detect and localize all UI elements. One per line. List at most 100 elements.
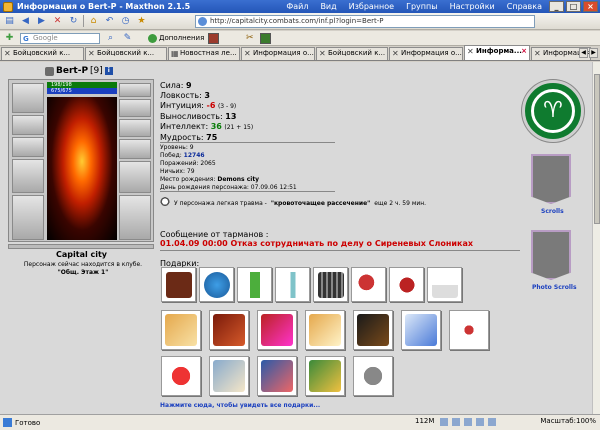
tab-scroll-left-icon[interactable]: ◀	[579, 48, 588, 58]
gift-card[interactable]	[305, 310, 345, 350]
address-bar[interactable]: http://capitalcity.combats.com/inf.pl?lo…	[195, 15, 535, 28]
home-icon[interactable]: ⌂	[87, 15, 100, 28]
gift-card[interactable]	[353, 310, 393, 350]
location-note: Персонаж сейчас находится в клубе.	[23, 261, 143, 268]
photo-scrolls-link[interactable]: Photo Scrolls	[532, 284, 577, 291]
menu-settings[interactable]: Настройки	[450, 2, 495, 11]
refresh-icon[interactable]: ↻	[67, 15, 80, 28]
boots-slot[interactable]	[119, 195, 151, 240]
history-icon[interactable]: ◷	[119, 15, 132, 28]
tab-scroll-right-icon[interactable]: ▶	[589, 48, 598, 58]
wins-label: Побед:	[160, 152, 182, 159]
status-icons	[440, 418, 496, 426]
security-icon[interactable]	[440, 418, 448, 426]
vertical-scrollbar[interactable]	[592, 62, 600, 414]
search-placeholder: Google	[33, 33, 58, 42]
tab-fight-club-3[interactable]: ✕ Бойцовский к...	[316, 47, 388, 60]
tab-fight-club-2[interactable]: ✕ Бойцовский к...	[85, 47, 167, 60]
mute-icon[interactable]	[488, 418, 496, 426]
download-icon[interactable]	[464, 418, 472, 426]
gift-ornaments[interactable]	[161, 356, 201, 396]
rune-slot[interactable]	[119, 83, 151, 97]
menu-view[interactable]: Вид	[320, 2, 336, 11]
menu-file[interactable]: Файл	[286, 2, 308, 11]
scrolls-link[interactable]: Scrolls	[541, 208, 564, 215]
tab-label: Бойцовский к...	[97, 49, 155, 57]
mana-bar: 675/675	[47, 88, 117, 94]
gift-card[interactable]	[401, 310, 441, 350]
scrolls-banner-icon[interactable]	[531, 154, 571, 204]
menu-help[interactable]: Справка	[507, 2, 542, 11]
gloves-slot[interactable]	[119, 119, 151, 137]
gift-card[interactable]	[449, 310, 489, 350]
tab-info-2[interactable]: ✕ Информация о...	[389, 47, 463, 60]
armor-slot[interactable]	[12, 195, 44, 240]
all-gifts-link[interactable]: Нажмите сюда, чтобы увидеть все подарки.…	[160, 402, 320, 409]
bookmark-icon[interactable]: ✚	[3, 32, 16, 45]
gift-book[interactable]	[161, 267, 196, 302]
popup-blocker-icon[interactable]	[452, 418, 460, 426]
gift-card[interactable]	[257, 356, 297, 396]
weapon-slot[interactable]	[12, 159, 44, 193]
earrings-slot[interactable]	[12, 115, 44, 135]
maximize-button[interactable]: □	[566, 1, 581, 12]
highlight-icon[interactable]: ✎	[121, 32, 134, 45]
addons-label: Дополнения	[159, 34, 205, 42]
stop-icon[interactable]: ✕	[51, 15, 64, 28]
plugin-icon[interactable]	[260, 32, 272, 44]
endurance-label: Выносливость:	[160, 112, 223, 121]
goat-icon: ♈	[531, 89, 575, 133]
forward-icon[interactable]: ▶	[35, 15, 48, 28]
back-icon[interactable]: ◀	[19, 15, 32, 28]
crossed-swords-icon: ✕	[467, 47, 474, 56]
gift-bottle[interactable]	[237, 267, 272, 302]
photo-scrolls-banner-icon[interactable]	[531, 230, 571, 280]
undo-close-icon[interactable]: ↶	[103, 15, 116, 28]
favorites-icon[interactable]: ★	[135, 15, 148, 28]
plugin-icon[interactable]	[208, 32, 220, 44]
gift-crystal[interactable]	[275, 267, 310, 302]
addons-button[interactable]: Дополнения	[148, 33, 205, 43]
necklace-slot[interactable]	[12, 137, 44, 157]
shield-slot[interactable]	[119, 161, 151, 193]
gift-accordion[interactable]	[313, 267, 348, 302]
close-tab-icon[interactable]: ×	[521, 46, 527, 57]
menu-groups[interactable]: Группы	[406, 2, 437, 11]
tools-icon[interactable]: ✂	[243, 32, 256, 45]
menu-favorites[interactable]: Избранное	[349, 2, 394, 11]
scrollbar-thumb[interactable]	[594, 74, 600, 224]
tab-news[interactable]: ▦ Новостная ле...	[168, 47, 240, 60]
character-info: Уровень: 9 Побед: 12746 Поражений: 2065 …	[160, 144, 297, 192]
new-page-icon[interactable]: ▤	[3, 15, 16, 28]
location-place: "Общ. Этаж 1"	[57, 269, 109, 276]
clan-emblem[interactable]: ♈	[522, 80, 584, 142]
zoom-level[interactable]: Масштаб:100%	[540, 417, 596, 425]
gift-card[interactable]	[257, 310, 297, 350]
gift-slippers[interactable]	[427, 267, 462, 302]
gift-blue-bag[interactable]	[199, 267, 234, 302]
bracers-slot[interactable]	[119, 99, 151, 117]
helmet-slot[interactable]	[12, 83, 44, 113]
pocket-slots[interactable]	[8, 244, 154, 249]
tab-fight-club-1[interactable]: ✕ Бойцовский к...	[1, 47, 84, 60]
gift-card[interactable]	[161, 310, 201, 350]
intellect-extra: (21 + 15)	[224, 124, 254, 131]
info-icon[interactable]: i	[104, 67, 113, 75]
gift-card[interactable]	[305, 356, 345, 396]
tab-info-1[interactable]: ✕ Информация о...	[241, 47, 315, 60]
divider	[160, 191, 335, 192]
search-input[interactable]: G Google	[20, 32, 100, 44]
rss-icon[interactable]	[476, 418, 484, 426]
gift-card[interactable]	[209, 310, 249, 350]
gift-card[interactable]	[353, 356, 393, 396]
tab-info-active[interactable]: ✕ Информа... ×	[464, 45, 530, 60]
agility-value: 3	[204, 91, 210, 100]
search-go-icon[interactable]: ⌕	[104, 32, 117, 45]
rings-slot[interactable]	[119, 139, 151, 159]
gift-card[interactable]	[209, 356, 249, 396]
birthplace-value: Demons city	[217, 176, 260, 183]
gift-rocking-horse[interactable]	[389, 267, 424, 302]
close-window-button[interactable]: ×	[583, 1, 598, 12]
gift-mace[interactable]	[351, 267, 386, 302]
minimize-button[interactable]: _	[549, 1, 564, 12]
